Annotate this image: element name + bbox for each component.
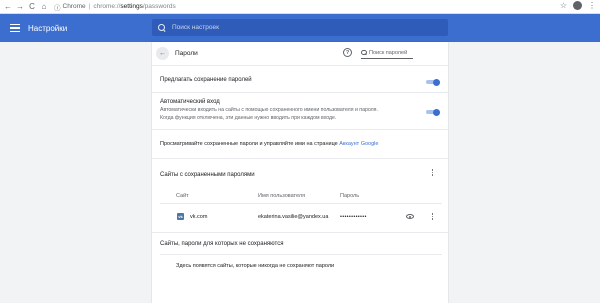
forward-arrow-icon[interactable]: → (14, 1, 26, 13)
divider (160, 254, 442, 255)
url-settings: settings (120, 3, 143, 10)
reload-icon[interactable]: C (26, 1, 38, 13)
browser-toolbar: ← → C ⌂ ⓘ Chrome | chrome://settings/pas… (0, 0, 600, 14)
profile-avatar[interactable] (573, 1, 582, 10)
auto-signin-toggle[interactable] (426, 108, 440, 116)
url-text: chrome://settings/passwords (93, 3, 175, 10)
settings-search-input[interactable] (172, 24, 432, 31)
bookmark-star-icon[interactable]: ☆ (560, 1, 567, 10)
passwords-card: ← Пароли ? Предлагать сохранение паролей… (152, 42, 448, 303)
left-gutter (0, 42, 152, 303)
back-arrow-icon[interactable]: ← (2, 1, 14, 13)
password-cell: •••••••••••• (340, 214, 367, 220)
toolbar-right: ☆ ⋮ (560, 1, 596, 10)
divider (152, 129, 448, 130)
column-header-site: Сайт (176, 193, 189, 199)
username-cell: ekaterina.vasilie@yandex.ua (258, 214, 329, 220)
search-icon (158, 23, 166, 32)
divider (152, 92, 448, 93)
column-header-password: Пароль (340, 193, 360, 199)
password-search[interactable] (361, 47, 413, 59)
more-actions-icon[interactable] (431, 169, 434, 176)
browser-menu-icon[interactable]: ⋮ (588, 1, 596, 10)
site-cell[interactable]: vk.com (190, 214, 207, 220)
divider (152, 158, 448, 159)
manage-text: Просматривайте сохраненные пароли и упра… (160, 141, 338, 147)
help-icon[interactable]: ? (343, 48, 352, 57)
never-saved-empty-text: Здесь появятся сайты, которые никогда не… (176, 263, 335, 269)
show-password-icon[interactable] (406, 214, 414, 219)
auto-signin-title: Автоматический вход (160, 99, 220, 105)
offer-save-row[interactable]: Предлагать сохранение паролей (160, 77, 442, 83)
offer-save-label: Предлагать сохранение паролей (160, 77, 252, 83)
back-button[interactable]: ← (156, 47, 169, 60)
divider (160, 203, 442, 204)
divider (152, 232, 448, 233)
page-title: Пароли (175, 50, 198, 57)
auto-signin-desc-2: Когда функция отключена, эти данные нужн… (160, 114, 337, 121)
row-more-actions-icon[interactable] (431, 213, 434, 220)
home-icon[interactable]: ⌂ (38, 1, 50, 13)
column-header-username: Имя пользователя (258, 193, 306, 199)
settings-search[interactable] (152, 19, 448, 36)
arrow-left-icon: ← (159, 50, 166, 57)
settings-title: Настройки (28, 23, 68, 33)
search-icon (361, 49, 367, 56)
manage-row: Просматривайте сохраненные пароли и упра… (160, 141, 442, 147)
google-account-link[interactable]: Аккаунт Google (339, 141, 378, 147)
saved-section-title: Сайты с сохраненными паролями (160, 172, 255, 178)
passwords-header: ← Пароли ? (152, 42, 448, 66)
offer-save-toggle[interactable] (426, 78, 440, 86)
url-scheme-label: Chrome (62, 3, 86, 10)
address-bar[interactable]: ⓘ Chrome | chrome://settings/passwords (54, 1, 176, 12)
password-search-input[interactable] (369, 49, 413, 56)
url-tail: /passwords (142, 3, 176, 10)
url-separator: | (88, 3, 91, 10)
site-info-icon[interactable]: ⓘ (54, 2, 61, 12)
hamburger-menu-icon[interactable] (10, 23, 20, 33)
vk-favicon-icon: vk (177, 213, 184, 220)
settings-header: Настройки (0, 14, 600, 42)
auto-signin-row[interactable]: Автоматический вход Автоматически входит… (160, 98, 442, 122)
never-saved-section-title: Сайты, пароли для которых не сохраняются (160, 241, 284, 247)
right-gutter (448, 42, 600, 303)
auto-signin-desc-1: Автоматически входить на сайты с помощью… (160, 107, 378, 113)
url-host: chrome:// (93, 3, 121, 10)
